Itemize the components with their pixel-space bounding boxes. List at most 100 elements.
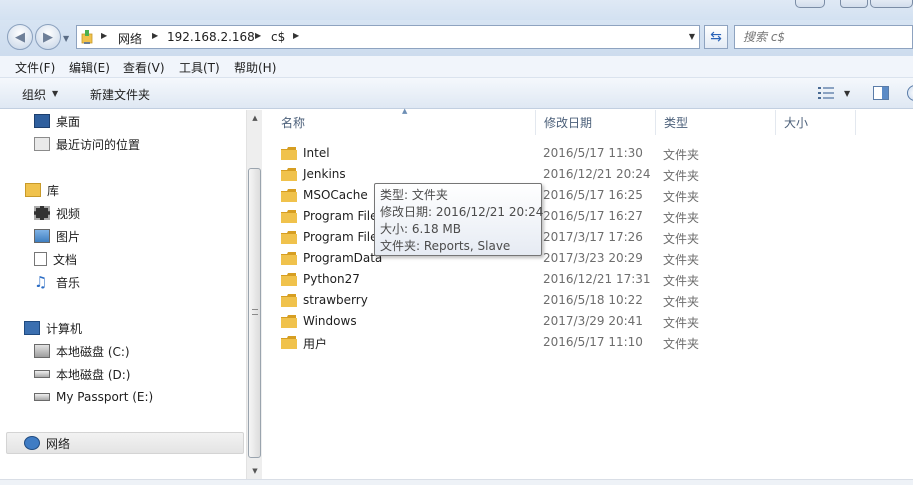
nav-item-computer[interactable]: 计算机: [24, 317, 82, 339]
music-icon: ♫: [34, 273, 48, 291]
breadcrumb-separator[interactable]: ▶: [101, 31, 107, 40]
views-icon[interactable]: [818, 87, 834, 99]
folder-icon: [281, 252, 297, 265]
file-modified: 2016/5/17 16:27: [543, 209, 643, 223]
scroll-down-arrow-icon[interactable]: ▼: [247, 463, 263, 479]
help-icon[interactable]: [907, 85, 913, 101]
tooltip-contents: 文件夹: Reports, Slave: [380, 239, 511, 253]
nav-item-libraries[interactable]: 库: [25, 179, 59, 201]
nav-label: 图片: [56, 229, 81, 244]
column-header-row: ▲ 名称 修改日期 类型 大小: [263, 107, 913, 135]
file-type: 文件夹: [663, 148, 700, 162]
breadcrumb-network[interactable]: 网络: [118, 30, 142, 47]
file-modified: 2016/12/21 20:24: [543, 167, 651, 181]
file-row[interactable]: MSOCache 2016/5/17 16:25 文件夹: [281, 185, 881, 206]
maximize-button[interactable]: [840, 0, 868, 8]
file-type: 文件夹: [663, 274, 700, 288]
chevron-down-icon[interactable]: ▼: [52, 89, 58, 98]
recent-pages-dropdown[interactable]: ▼: [63, 34, 69, 43]
new-folder-button[interactable]: 新建文件夹: [90, 86, 150, 103]
breadcrumb-separator[interactable]: ▶: [293, 31, 299, 40]
refresh-button[interactable]: ⇆: [704, 25, 728, 49]
file-name: 用户: [303, 337, 328, 351]
nav-label: 网络: [46, 436, 71, 451]
column-header-type[interactable]: 类型: [656, 110, 776, 135]
file-row[interactable]: Program Files (x86) 2017/3/17 17:26 文件夹: [281, 227, 881, 248]
network-folder-icon: [81, 30, 93, 44]
preview-pane-icon[interactable]: [873, 86, 889, 100]
file-modified: 2016/5/17 11:30: [543, 146, 643, 160]
nav-item-pictures[interactable]: 图片: [34, 225, 80, 247]
nav-item-drive-c[interactable]: 本地磁盘 (C:): [34, 340, 130, 362]
organize-button[interactable]: 组织: [22, 86, 46, 103]
nav-label: 本地磁盘 (D:): [56, 367, 131, 382]
breadcrumb-separator[interactable]: ▶: [255, 31, 261, 40]
menu-file[interactable]: 文件(F): [15, 59, 55, 76]
forward-button[interactable]: ▶: [35, 24, 61, 50]
column-header-modified[interactable]: 修改日期: [536, 110, 656, 135]
file-name: strawberry: [303, 293, 368, 307]
scroll-grip: [252, 309, 258, 315]
views-dropdown[interactable]: ▼: [844, 89, 850, 98]
scroll-thumb[interactable]: [248, 168, 261, 458]
file-row[interactable]: Python27 2016/12/21 17:31 文件夹: [281, 269, 881, 290]
address-history-dropdown[interactable]: ▼: [689, 32, 695, 41]
nav-label: 视频: [56, 206, 81, 221]
file-modified: 2017/3/23 20:29: [543, 251, 643, 265]
folder-icon: [281, 147, 297, 160]
status-bar: [0, 479, 913, 485]
nav-item-music[interactable]: ♫ 音乐: [34, 271, 80, 293]
file-row[interactable]: strawberry 2016/5/18 10:22 文件夹: [281, 290, 881, 311]
video-icon: [34, 206, 50, 220]
file-row[interactable]: ProgramData 2017/3/23 20:29 文件夹: [281, 248, 881, 269]
nav-item-documents[interactable]: 文档: [34, 248, 77, 270]
title-bar: [0, 0, 913, 20]
column-header-size[interactable]: 大小: [776, 110, 856, 135]
documents-icon: [34, 252, 47, 266]
folder-icon: [281, 273, 297, 286]
nav-item-recent[interactable]: 最近访问的位置: [34, 133, 140, 155]
file-row[interactable]: 用户 2016/5/17 11:10 文件夹: [281, 332, 881, 353]
folder-info-tooltip: 类型: 文件夹 修改日期: 2016/12/21 20:24 大小: 6.18 …: [374, 183, 544, 256]
nav-item-drive-d[interactable]: 本地磁盘 (D:): [34, 363, 130, 385]
file-modified: 2016/5/17 16:25: [543, 188, 643, 202]
close-button[interactable]: [870, 0, 913, 8]
back-button[interactable]: ◀: [7, 24, 33, 50]
file-row[interactable]: Jenkins 2016/12/21 20:24 文件夹: [281, 164, 881, 185]
file-modified: 2016/12/21 17:31: [543, 272, 651, 286]
forward-arrow-icon: ▶: [43, 29, 53, 45]
file-row[interactable]: Windows 2017/3/29 20:41 文件夹: [281, 311, 881, 332]
breadcrumb-host[interactable]: 192.168.2.168: [167, 30, 255, 44]
file-type: 文件夹: [663, 295, 700, 309]
address-row: ◀ ▶ ▼ ▶ 网络 ▶ 192.168.2.168 ▶ c$ ▶ ▼ ⇆: [0, 20, 913, 56]
file-name: MSOCache: [303, 188, 368, 202]
file-modified: 2017/3/17 17:26: [543, 230, 643, 244]
nav-label: 音乐: [56, 275, 81, 290]
nav-item-desktop[interactable]: 桌面: [34, 110, 80, 132]
address-bar[interactable]: ▶ 网络 ▶ 192.168.2.168 ▶ c$ ▶ ▼: [76, 25, 700, 49]
scroll-up-arrow-icon[interactable]: ▲: [247, 110, 263, 126]
nav-item-network[interactable]: 网络: [24, 432, 70, 454]
computer-icon: [24, 321, 40, 335]
menu-view[interactable]: 查看(V): [123, 59, 165, 76]
file-name: ProgramData: [303, 251, 383, 265]
tooltip-modified: 修改日期: 2016/12/21 20:24: [380, 205, 544, 219]
minimize-button[interactable]: [795, 0, 825, 8]
navigation-scrollbar[interactable]: ▲ ▼: [246, 110, 262, 479]
file-modified: 2016/5/18 10:22: [543, 293, 643, 307]
file-list-pane: ▲ 名称 修改日期 类型 大小 Intel 2016/5/17 11:30 文件夹 J…: [263, 107, 913, 485]
tooltip-size: 大小: 6.18 MB: [380, 222, 461, 236]
file-row[interactable]: Intel 2016/5/17 11:30 文件夹: [281, 143, 881, 164]
menu-edit[interactable]: 编辑(E): [69, 59, 110, 76]
folder-icon: [281, 168, 297, 181]
file-row[interactable]: Program Files 2016/5/17 16:27 文件夹: [281, 206, 881, 227]
search-input[interactable]: [734, 25, 913, 49]
file-name: Windows: [303, 314, 357, 328]
breadcrumb-separator[interactable]: ▶: [152, 31, 158, 40]
menu-tools[interactable]: 工具(T): [179, 59, 220, 76]
column-header-name[interactable]: 名称: [273, 110, 536, 135]
breadcrumb-share[interactable]: c$: [271, 30, 285, 44]
nav-item-drive-e[interactable]: My Passport (E:): [34, 386, 153, 408]
menu-help[interactable]: 帮助(H): [234, 59, 276, 76]
nav-item-videos[interactable]: 视频: [34, 202, 80, 224]
